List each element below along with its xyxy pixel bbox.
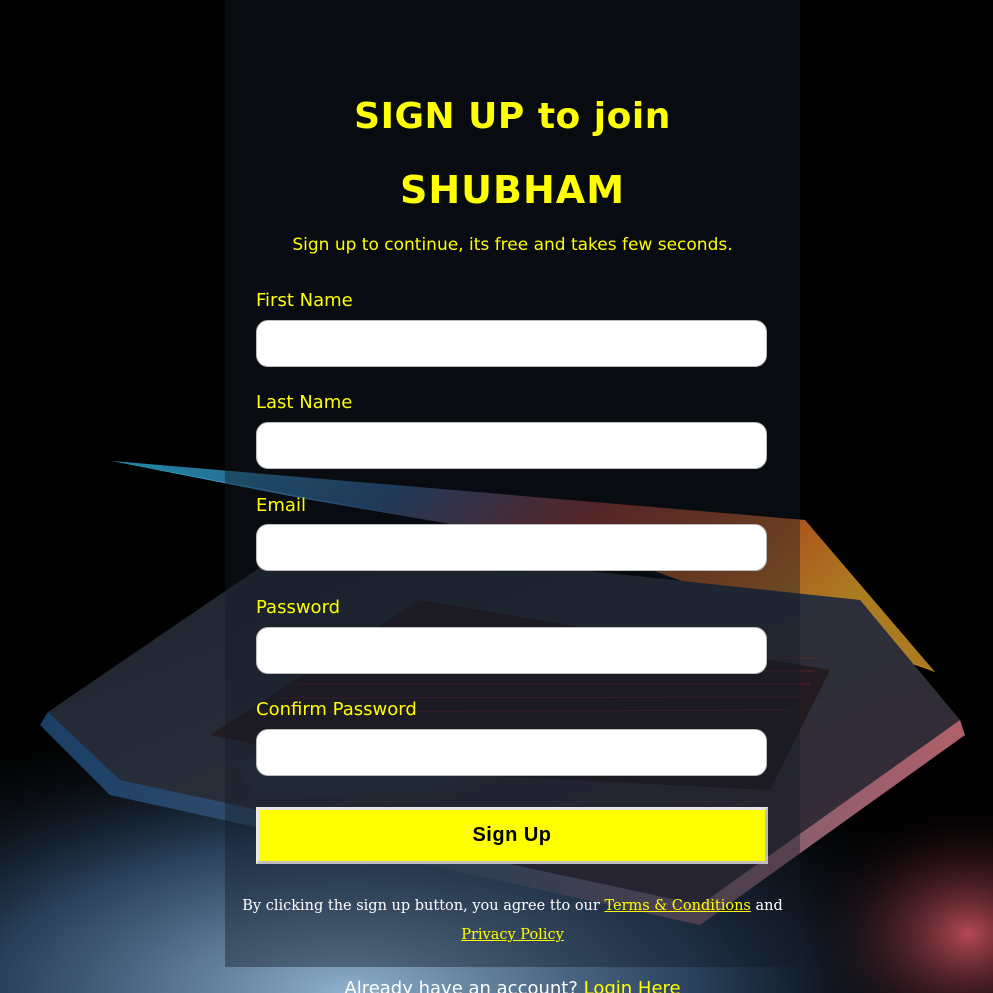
email-field[interactable]: [256, 524, 767, 571]
terms-notice: By clicking the sign up button, you agre…: [225, 892, 800, 950]
page-title-line2: SHUBHAM: [399, 168, 626, 212]
login-prefix: Already have an account?: [344, 978, 584, 993]
terms-prefix: By clicking the sign up button, you agre…: [242, 898, 605, 914]
page-subtitle: Sign up to continue, its free and takes …: [292, 235, 733, 255]
login-link[interactable]: Login Here: [584, 978, 681, 993]
first-name-field[interactable]: [256, 320, 767, 367]
password-field[interactable]: [256, 627, 767, 674]
confirm-password-field[interactable]: [256, 729, 767, 776]
sign-up-button[interactable]: Sign Up: [256, 807, 768, 864]
email-label: Email: [256, 495, 306, 516]
page-title-line1: SIGN UP to join: [354, 96, 671, 137]
password-label: Password: [256, 597, 341, 618]
terms-middle: and: [750, 898, 783, 914]
terms-link[interactable]: Terms & Conditions: [604, 898, 750, 914]
first-name-label: First Name: [256, 290, 353, 311]
privacy-policy-link[interactable]: Privacy Policy: [461, 927, 564, 943]
last-name-label: Last Name: [256, 392, 353, 413]
confirm-password-label: Confirm Password: [256, 699, 417, 720]
signup-page: SIGN UP to join SHUBHAM Sign up to conti…: [0, 0, 993, 993]
login-prompt: Already have an account? Login Here: [225, 978, 800, 993]
last-name-field[interactable]: [256, 422, 767, 469]
